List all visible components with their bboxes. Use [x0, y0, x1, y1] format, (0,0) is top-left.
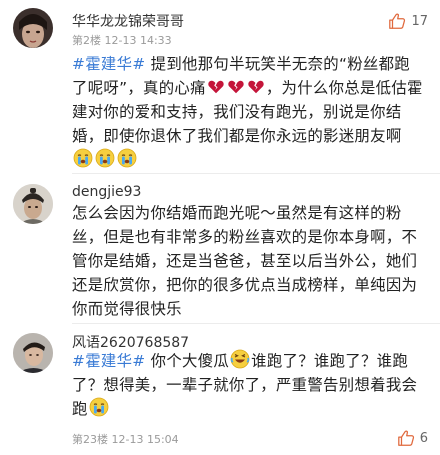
timestamp: 12-13 14:33 [104, 34, 172, 47]
comment-meta: 第23楼 12-13 15:04 [72, 431, 179, 447]
crying-face-icon [89, 397, 109, 417]
broken-heart-icon [247, 78, 265, 96]
thumbs-up-icon [388, 12, 406, 30]
crying-face-icon [117, 148, 137, 168]
avatar[interactable] [13, 8, 53, 48]
comment-text: 怎么会因为你结婚而跑光呢～虽然是有这样的粉 丝，但是也有非常多的粉丝喜欢的是你本… [72, 204, 418, 318]
timestamp: 12-13 15:04 [111, 433, 179, 446]
username[interactable]: 华华龙龙锦荣哥哥 [72, 11, 184, 31]
like-button[interactable]: 17 [388, 12, 428, 30]
broken-heart-icon [227, 78, 245, 96]
comment-meta: 第2楼 12-13 14:33 [72, 32, 172, 48]
comment-text: #霍建华# 提到他那句半玩笑半无奈的“粉丝都跑 了呢呀”，真的心痛 ，为什么你总是… [72, 52, 428, 172]
like-button[interactable]: 6 [397, 429, 428, 447]
laughing-tears-icon [230, 349, 250, 369]
avatar[interactable] [13, 184, 53, 224]
avatar[interactable] [13, 333, 53, 373]
like-count: 6 [419, 430, 428, 446]
divider [72, 173, 440, 174]
floor-number: 第23楼 [72, 433, 108, 446]
like-count: 17 [411, 13, 428, 29]
thumbs-up-icon [397, 429, 415, 447]
username[interactable]: dengjie93 [72, 184, 141, 200]
crying-face-icon [73, 148, 93, 168]
floor-number: 第2楼 [72, 34, 101, 47]
comment-text: #霍建华# 你个大傻瓜 谁跑了？谁跑了？谁跑 了？想得美，一辈子就你了，严重警告别… [72, 349, 428, 421]
crying-face-icon [95, 148, 115, 168]
hashtag-link[interactable]: #霍建华# [72, 352, 145, 370]
divider [72, 323, 440, 324]
broken-heart-icon [207, 78, 225, 96]
hashtag-link[interactable]: #霍建华# [72, 55, 145, 73]
